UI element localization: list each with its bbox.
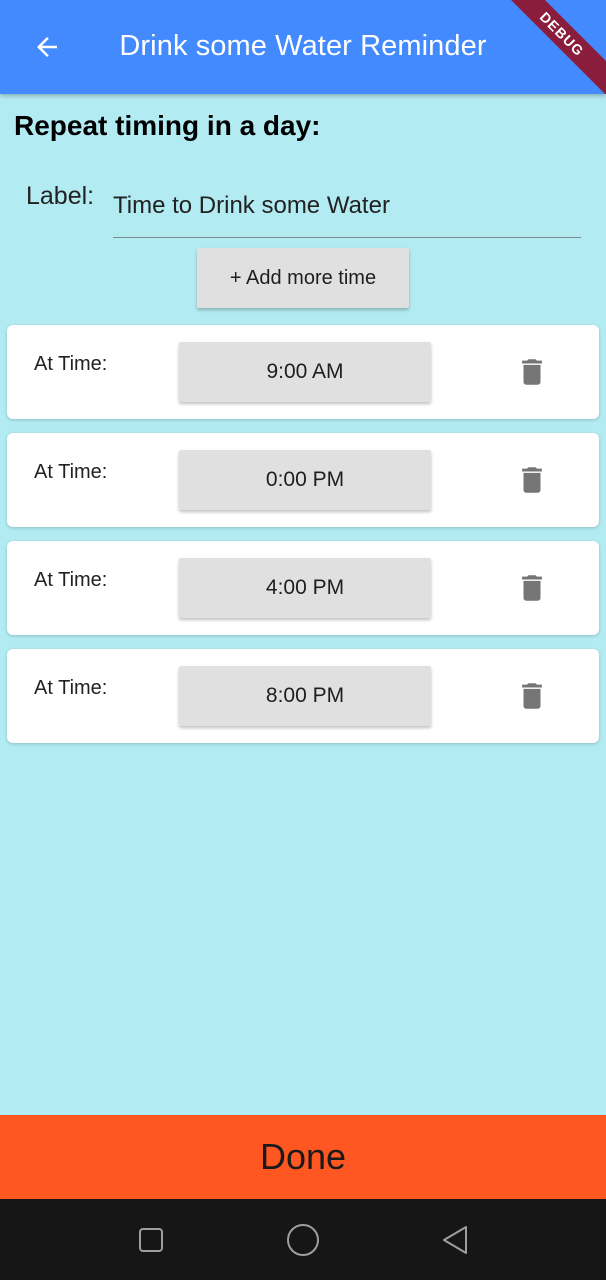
label-input[interactable]	[113, 168, 581, 238]
delete-time-button[interactable]	[507, 671, 557, 721]
at-time-label: At Time:	[34, 677, 108, 699]
section-title: Repeat timing in a day:	[14, 110, 321, 141]
done-button[interactable]: Done	[0, 1115, 606, 1199]
system-back-button[interactable]	[434, 1219, 476, 1261]
page-title: Drink some Water Reminder	[119, 30, 487, 62]
time-card: At Time: 0:00 PM	[7, 433, 599, 527]
at-time-label: At Time:	[34, 461, 108, 483]
time-picker-button[interactable]: 9:00 AM	[179, 342, 431, 402]
at-time-label: At Time:	[34, 353, 108, 375]
trash-icon	[522, 359, 542, 385]
delete-time-button[interactable]	[507, 563, 557, 613]
delete-time-button[interactable]	[507, 455, 557, 505]
time-picker-button[interactable]: 4:00 PM	[179, 558, 431, 618]
at-time-label: At Time:	[34, 569, 108, 591]
home-button[interactable]	[282, 1219, 324, 1261]
recent-apps-icon	[139, 1228, 163, 1252]
system-nav-bar	[0, 1199, 606, 1280]
time-picker-button[interactable]: 0:00 PM	[179, 450, 431, 510]
trash-icon	[522, 683, 542, 709]
trash-icon	[522, 467, 542, 493]
trash-icon	[522, 575, 542, 601]
recent-apps-button[interactable]	[130, 1219, 172, 1261]
time-card: At Time: 8:00 PM	[7, 649, 599, 743]
time-card: At Time: 4:00 PM	[7, 541, 599, 635]
label-field-label: Label:	[26, 182, 95, 210]
add-more-time-button[interactable]: + Add more time	[197, 248, 409, 308]
time-card: At Time: 9:00 AM	[7, 325, 599, 419]
back-nav-icon	[443, 1226, 467, 1254]
time-picker-button[interactable]: 8:00 PM	[179, 666, 431, 726]
delete-time-button[interactable]	[507, 347, 557, 397]
home-icon	[287, 1224, 319, 1256]
app-bar: Drink some Water Reminder DEBUG	[0, 0, 606, 94]
